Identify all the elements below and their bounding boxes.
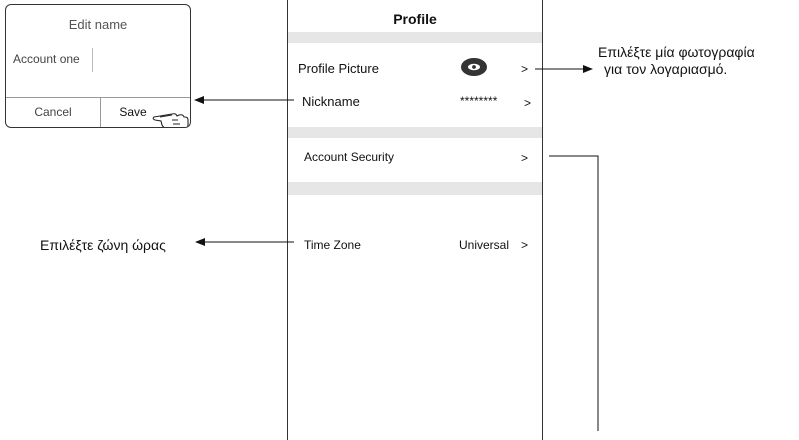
account-security-connector [549,155,599,431]
annotation-arrows [194,65,599,431]
